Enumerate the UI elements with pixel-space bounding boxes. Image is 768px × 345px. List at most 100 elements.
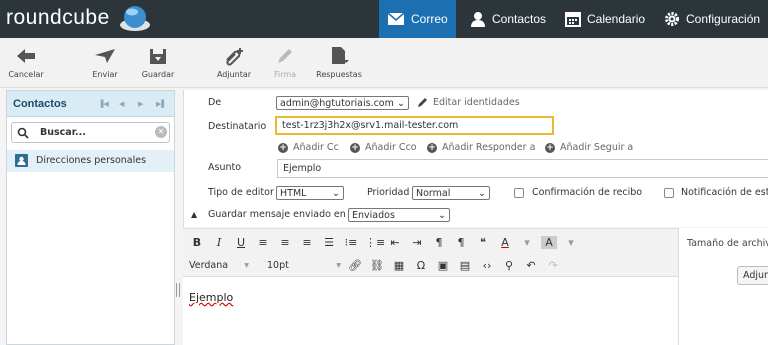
edit-identities-label: Editar identidades bbox=[433, 97, 520, 108]
ltr-icon[interactable]: ¶ bbox=[431, 236, 447, 249]
editor-toolbar: B I U ≡ ≡ ≡ ☰ ⁝≡ ⋮≡ ⇤ ⇥ ¶ ¶ ❝ A ▾ A ▾ Ve… bbox=[183, 228, 678, 277]
add-bcc-link[interactable]: + Añadir Cco bbox=[350, 142, 417, 153]
subject-label: Asunto bbox=[208, 162, 242, 173]
priority-select[interactable]: Normal ⌄ bbox=[412, 186, 490, 200]
responses-label: Respuestas bbox=[316, 70, 362, 79]
italic-button[interactable]: I bbox=[211, 236, 227, 249]
gear-icon bbox=[665, 12, 679, 26]
media-icon[interactable]: ▤ bbox=[457, 259, 473, 272]
outdent-icon[interactable]: ⇤ bbox=[387, 236, 403, 249]
from-select[interactable]: admin@hgtutoriais.com ⌄ bbox=[276, 96, 409, 110]
subject-input[interactable]: Ejemplo bbox=[277, 159, 768, 178]
font-size-select[interactable]: 10pt ▾ bbox=[267, 260, 341, 271]
align-center-icon[interactable]: ≡ bbox=[277, 236, 293, 249]
responses-button[interactable]: Respuestas bbox=[316, 46, 362, 79]
special-char-icon[interactable]: Ω bbox=[413, 259, 429, 272]
plus-icon: + bbox=[278, 142, 288, 153]
address-book-item[interactable]: Direcciones personales bbox=[7, 150, 174, 172]
font-family-select[interactable]: Verdana ▾ bbox=[189, 260, 249, 271]
nav-contacts-label: Contactos bbox=[492, 12, 547, 26]
blockquote-icon[interactable]: ❝ bbox=[475, 236, 491, 249]
numbered-list-icon[interactable]: ⋮≡ bbox=[365, 236, 385, 249]
save-button[interactable]: Guardar bbox=[136, 46, 180, 79]
align-left-icon[interactable]: ≡ bbox=[255, 236, 271, 249]
nav-settings[interactable]: Configuración bbox=[656, 0, 768, 38]
nav-contacts[interactable]: Contactos bbox=[462, 0, 554, 38]
attach-file-button[interactable]: Adjun bbox=[737, 266, 768, 285]
nav-mail-label: Correo bbox=[411, 12, 448, 26]
redo-icon[interactable]: ↷ bbox=[545, 259, 561, 272]
link-icon[interactable]: 🔗︎ bbox=[347, 259, 363, 272]
edit-identities-link[interactable]: Editar identidades bbox=[417, 97, 520, 108]
paperclip-icon bbox=[226, 48, 243, 66]
chevron-down-icon[interactable]: ▾ bbox=[519, 236, 535, 249]
indent-icon[interactable]: ⇥ bbox=[409, 236, 425, 249]
rtl-icon[interactable]: ¶ bbox=[453, 236, 469, 249]
nav-calendar[interactable]: Calendario bbox=[557, 0, 653, 38]
save-label: Guardar bbox=[141, 70, 175, 79]
unlink-icon[interactable]: ⛓︎ bbox=[369, 259, 385, 272]
find-replace-icon[interactable]: ⚲ bbox=[501, 259, 517, 272]
image-icon[interactable]: ▣ bbox=[435, 259, 451, 272]
search-icon bbox=[17, 127, 29, 139]
cancel-label: Cancelar bbox=[8, 70, 44, 79]
mail-icon bbox=[387, 12, 405, 25]
justify-icon[interactable]: ☰ bbox=[321, 236, 337, 249]
insert-row: Verdana ▾ 10pt ▾ 🔗︎ ⛓︎ ▦ Ω ▣ ▤ ‹› ⚲ ↶ ↷ bbox=[189, 259, 561, 272]
underline-button[interactable]: U bbox=[233, 236, 249, 249]
notification-label: Notificación de esta bbox=[681, 187, 768, 198]
next-page-icon[interactable]: ▶ bbox=[138, 100, 143, 108]
clear-search-icon[interactable]: ✕ bbox=[155, 126, 167, 138]
table-icon[interactable]: ▦ bbox=[391, 259, 407, 272]
save-sent-label: Guardar mensaje enviado en bbox=[208, 209, 346, 220]
save-sent-select[interactable]: Enviados ⌄ bbox=[348, 208, 450, 222]
add-cc-link[interactable]: + Añadir Cc bbox=[278, 142, 339, 153]
collapse-options-icon[interactable]: ▲ bbox=[191, 210, 197, 219]
from-label: De bbox=[208, 97, 222, 108]
plus-icon: + bbox=[350, 142, 360, 153]
last-page-icon[interactable]: ▶▌ bbox=[156, 100, 167, 108]
add-reply-to-link[interactable]: + Añadir Responder a bbox=[427, 142, 535, 153]
undo-icon[interactable]: ↶ bbox=[523, 259, 539, 272]
chevron-down-icon[interactable]: ▾ bbox=[563, 236, 579, 249]
background-color-icon[interactable]: A bbox=[541, 236, 557, 249]
receipt-checkbox[interactable] bbox=[514, 188, 524, 198]
source-code-icon[interactable]: ‹› bbox=[479, 259, 495, 272]
plus-icon: + bbox=[545, 142, 555, 153]
editor-type-label: Tipo de editor bbox=[208, 187, 274, 198]
add-followup-to-label: Añadir Seguir a bbox=[560, 142, 634, 153]
nav-mail[interactable]: Correo bbox=[379, 0, 456, 38]
align-right-icon[interactable]: ≡ bbox=[299, 236, 315, 249]
bold-button[interactable]: B bbox=[189, 236, 205, 249]
save-sent-value: Enviados bbox=[352, 209, 395, 221]
send-button[interactable]: Enviar bbox=[83, 46, 127, 79]
editor-type-select[interactable]: HTML ⌄ bbox=[276, 186, 344, 200]
notification-checkbox[interactable] bbox=[664, 188, 674, 198]
to-label: Destinatario bbox=[208, 121, 267, 132]
logo-icon bbox=[120, 6, 150, 31]
send-icon bbox=[95, 49, 115, 63]
calendar-icon bbox=[565, 12, 581, 27]
search-input[interactable]: Buscar... bbox=[40, 127, 86, 138]
prev-page-icon[interactable]: ◀ bbox=[119, 100, 124, 108]
recipient-input[interactable]: test-1rz3j3h2x@srv1.mail-tester.com bbox=[275, 116, 554, 135]
pencil-icon bbox=[418, 98, 427, 107]
attach-button[interactable]: Adjuntar bbox=[212, 46, 256, 79]
address-book-label: Direcciones personales bbox=[36, 155, 147, 166]
panel-splitter[interactable] bbox=[175, 90, 183, 345]
add-followup-to-link[interactable]: + Añadir Seguir a bbox=[545, 142, 633, 153]
back-arrow-icon bbox=[17, 49, 35, 63]
top-bar: roundcube Correo Contactos Calendario Co… bbox=[0, 0, 768, 38]
message-body[interactable]: Ejemplo bbox=[189, 291, 233, 304]
add-reply-to-label: Añadir Responder a bbox=[442, 142, 536, 153]
signature-button[interactable]: Firma bbox=[263, 46, 307, 79]
attachment-size-label: Tamaño de archiv bbox=[687, 238, 768, 249]
attachments-panel: Tamaño de archiv Adjun bbox=[678, 228, 768, 345]
contacts-search[interactable]: Buscar... ✕ bbox=[11, 122, 170, 143]
cancel-button[interactable]: Cancelar bbox=[6, 46, 46, 79]
text-color-icon[interactable]: A bbox=[497, 236, 513, 249]
message-editor[interactable]: Ejemplo bbox=[183, 277, 678, 345]
bullet-list-icon[interactable]: ⁝≡ bbox=[343, 236, 359, 249]
format-row: B I U ≡ ≡ ≡ ☰ ⁝≡ ⋮≡ ⇤ ⇥ ¶ ¶ ❝ A ▾ A ▾ bbox=[189, 236, 579, 249]
first-page-icon[interactable]: ▐◀ bbox=[98, 100, 109, 108]
